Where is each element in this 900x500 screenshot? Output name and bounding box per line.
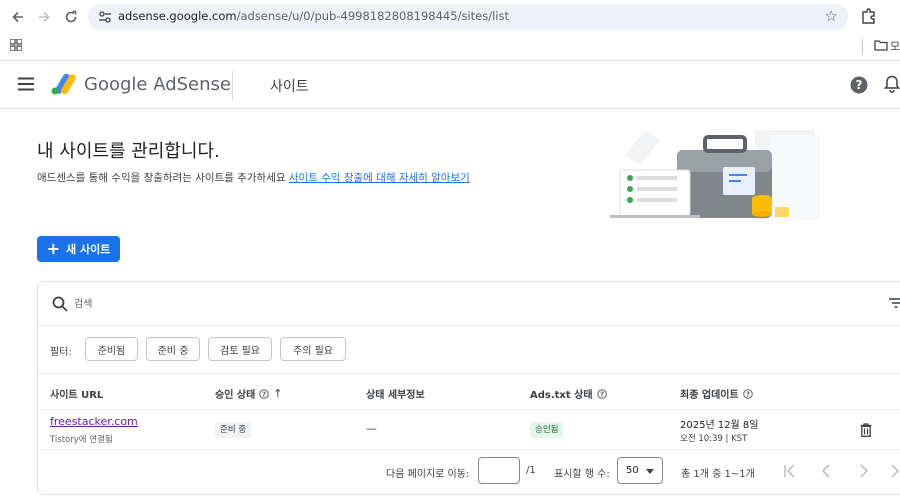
brand-name: Google AdSense bbox=[84, 74, 231, 95]
new-site-button[interactable]: + 새 사이트 bbox=[37, 236, 120, 262]
back-arrow-icon[interactable] bbox=[8, 7, 28, 27]
delete-trash-icon[interactable] bbox=[860, 423, 872, 437]
page-heading: 내 사이트를 관리합니다. bbox=[37, 141, 220, 162]
column-ads-txt-status[interactable]: Ads.txt 상태 ? bbox=[530, 386, 607, 401]
bookmark-star-icon[interactable]: ☆ bbox=[825, 7, 838, 25]
svg-text:?: ? bbox=[856, 78, 863, 92]
site-platform-note: Tistory에 연결됨 bbox=[50, 435, 113, 445]
search-input[interactable] bbox=[74, 294, 374, 314]
page-section-title: 사이트 bbox=[270, 79, 309, 95]
new-site-button-label: 새 사이트 bbox=[66, 243, 111, 256]
column-status-detail-label: 상태 세부정보 bbox=[366, 390, 425, 401]
bookmarks-divider bbox=[862, 38, 863, 54]
table-header: 사이트 URL 승인 상태 ? ↑ 상태 세부정보 Ads.txt 상태 ? 최… bbox=[38, 374, 900, 410]
table-row: freestacker.com Tistory에 연결됨 준비 중 — 승인됨 … bbox=[38, 410, 900, 450]
url-path: /adsense/u/0/pub-4998182808198445/sites/… bbox=[236, 9, 509, 23]
filter-chip-preparing[interactable]: 준비 중 bbox=[146, 337, 200, 361]
address-bar[interactable]: adsense.google.com/adsense/u/0/pub-49981… bbox=[88, 4, 848, 30]
sites-table-card: 필터: 준비됨 준비 중 검토 필요 주의 필요 사이트 URL 승인 상태 ?… bbox=[37, 281, 900, 495]
search-icon bbox=[52, 296, 68, 312]
learn-more-link[interactable]: 사이트 수익 창출에 대해 자세히 알아보기 bbox=[289, 172, 470, 184]
reload-icon[interactable] bbox=[61, 7, 81, 27]
status-detail-value: — bbox=[366, 422, 377, 435]
column-last-updated-label: 최종 업데이트 bbox=[680, 390, 739, 401]
app-header: Google AdSense 사이트 ? bbox=[0, 60, 900, 109]
goto-page-label: 다음 페이지로 이동: bbox=[386, 469, 470, 480]
search-row bbox=[38, 282, 900, 326]
apps-grid-icon[interactable] bbox=[10, 39, 22, 51]
goto-page-input[interactable] bbox=[478, 457, 520, 484]
bookmark-folder-label[interactable]: 모 bbox=[890, 38, 900, 54]
pagination-bar: 다음 페이지로 이동: /1 표시할 행 수: 50 총 1개 중 1~1개 bbox=[38, 450, 900, 494]
help-circle-icon[interactable]: ? bbox=[596, 388, 607, 399]
column-ads-txt-label: Ads.txt 상태 bbox=[530, 390, 593, 401]
rows-per-page-select[interactable]: 50 bbox=[617, 457, 663, 484]
forward-arrow-icon[interactable] bbox=[34, 7, 54, 27]
help-circle-icon[interactable]: ? bbox=[259, 388, 270, 399]
browser-toolbar: adsense.google.com/adsense/u/0/pub-49981… bbox=[0, 0, 900, 34]
plus-icon: + bbox=[46, 239, 61, 258]
site-url-link[interactable]: freestacker.com bbox=[50, 415, 138, 428]
column-status-detail: 상태 세부정보 bbox=[366, 386, 425, 401]
previous-page-icon[interactable] bbox=[820, 463, 834, 479]
bookmarks-bar: 모 bbox=[0, 34, 900, 60]
filter-chip-ready[interactable]: 준비됨 bbox=[85, 337, 138, 361]
svg-text:?: ? bbox=[746, 390, 750, 398]
help-circle-icon[interactable]: ? bbox=[742, 388, 753, 399]
sort-arrow-up-icon[interactable]: ↑ bbox=[273, 387, 282, 400]
filter-list-icon[interactable] bbox=[889, 298, 900, 308]
column-site-url-label: 사이트 URL bbox=[50, 390, 104, 401]
next-page-icon[interactable] bbox=[856, 463, 870, 479]
header-divider bbox=[232, 71, 233, 101]
last-updated-date: 2025년 12월 8일 bbox=[680, 420, 759, 431]
hamburger-menu-icon[interactable] bbox=[18, 77, 34, 91]
rows-per-page-value: 50 bbox=[626, 465, 639, 476]
description-text: 애드센스를 통해 수익을 창출하려는 사이트를 추가하세요 bbox=[37, 172, 286, 184]
site-info-icon[interactable] bbox=[98, 10, 112, 24]
first-page-icon[interactable] bbox=[783, 463, 797, 479]
svg-text:?: ? bbox=[262, 390, 266, 398]
column-approval-status[interactable]: 승인 상태 ? ↑ bbox=[215, 386, 283, 401]
last-page-icon[interactable] bbox=[889, 463, 900, 479]
column-approval-status-label: 승인 상태 bbox=[215, 390, 256, 401]
filter-label: 필터: bbox=[50, 347, 72, 358]
url-text: adsense.google.com/adsense/u/0/pub-49981… bbox=[118, 9, 509, 23]
dropdown-caret-icon bbox=[646, 469, 654, 474]
svg-text:?: ? bbox=[600, 390, 604, 398]
filter-chip-needs-review[interactable]: 검토 필요 bbox=[208, 337, 272, 361]
range-text: 총 1개 중 1~1개 bbox=[681, 469, 755, 480]
approval-status-badge: 준비 중 bbox=[215, 422, 252, 438]
folder-icon[interactable] bbox=[874, 39, 888, 51]
column-site-url[interactable]: 사이트 URL bbox=[50, 386, 103, 401]
last-updated-time: 오전 10:39 | KST bbox=[680, 434, 748, 444]
filter-chip-needs-attention[interactable]: 주의 필요 bbox=[280, 337, 346, 361]
page-total: /1 bbox=[526, 465, 536, 476]
url-host: adsense.google.com bbox=[118, 9, 237, 23]
page-description: 애드센스를 통해 수익을 창출하려는 사이트를 추가하세요 사이트 수익 창출에… bbox=[37, 170, 470, 185]
help-icon[interactable]: ? bbox=[850, 76, 868, 94]
sites-illustration bbox=[610, 130, 820, 220]
notifications-bell-icon[interactable] bbox=[884, 75, 900, 93]
filter-row: 필터: 준비됨 준비 중 검토 필요 주의 필요 bbox=[38, 326, 900, 374]
column-last-updated[interactable]: 최종 업데이트 ? bbox=[680, 386, 753, 401]
adsense-logo-icon[interactable] bbox=[50, 71, 76, 97]
extensions-icon[interactable] bbox=[860, 7, 878, 25]
rows-per-page-label: 표시할 행 수: bbox=[554, 469, 610, 480]
ads-txt-status-badge: 승인됨 bbox=[530, 422, 564, 438]
